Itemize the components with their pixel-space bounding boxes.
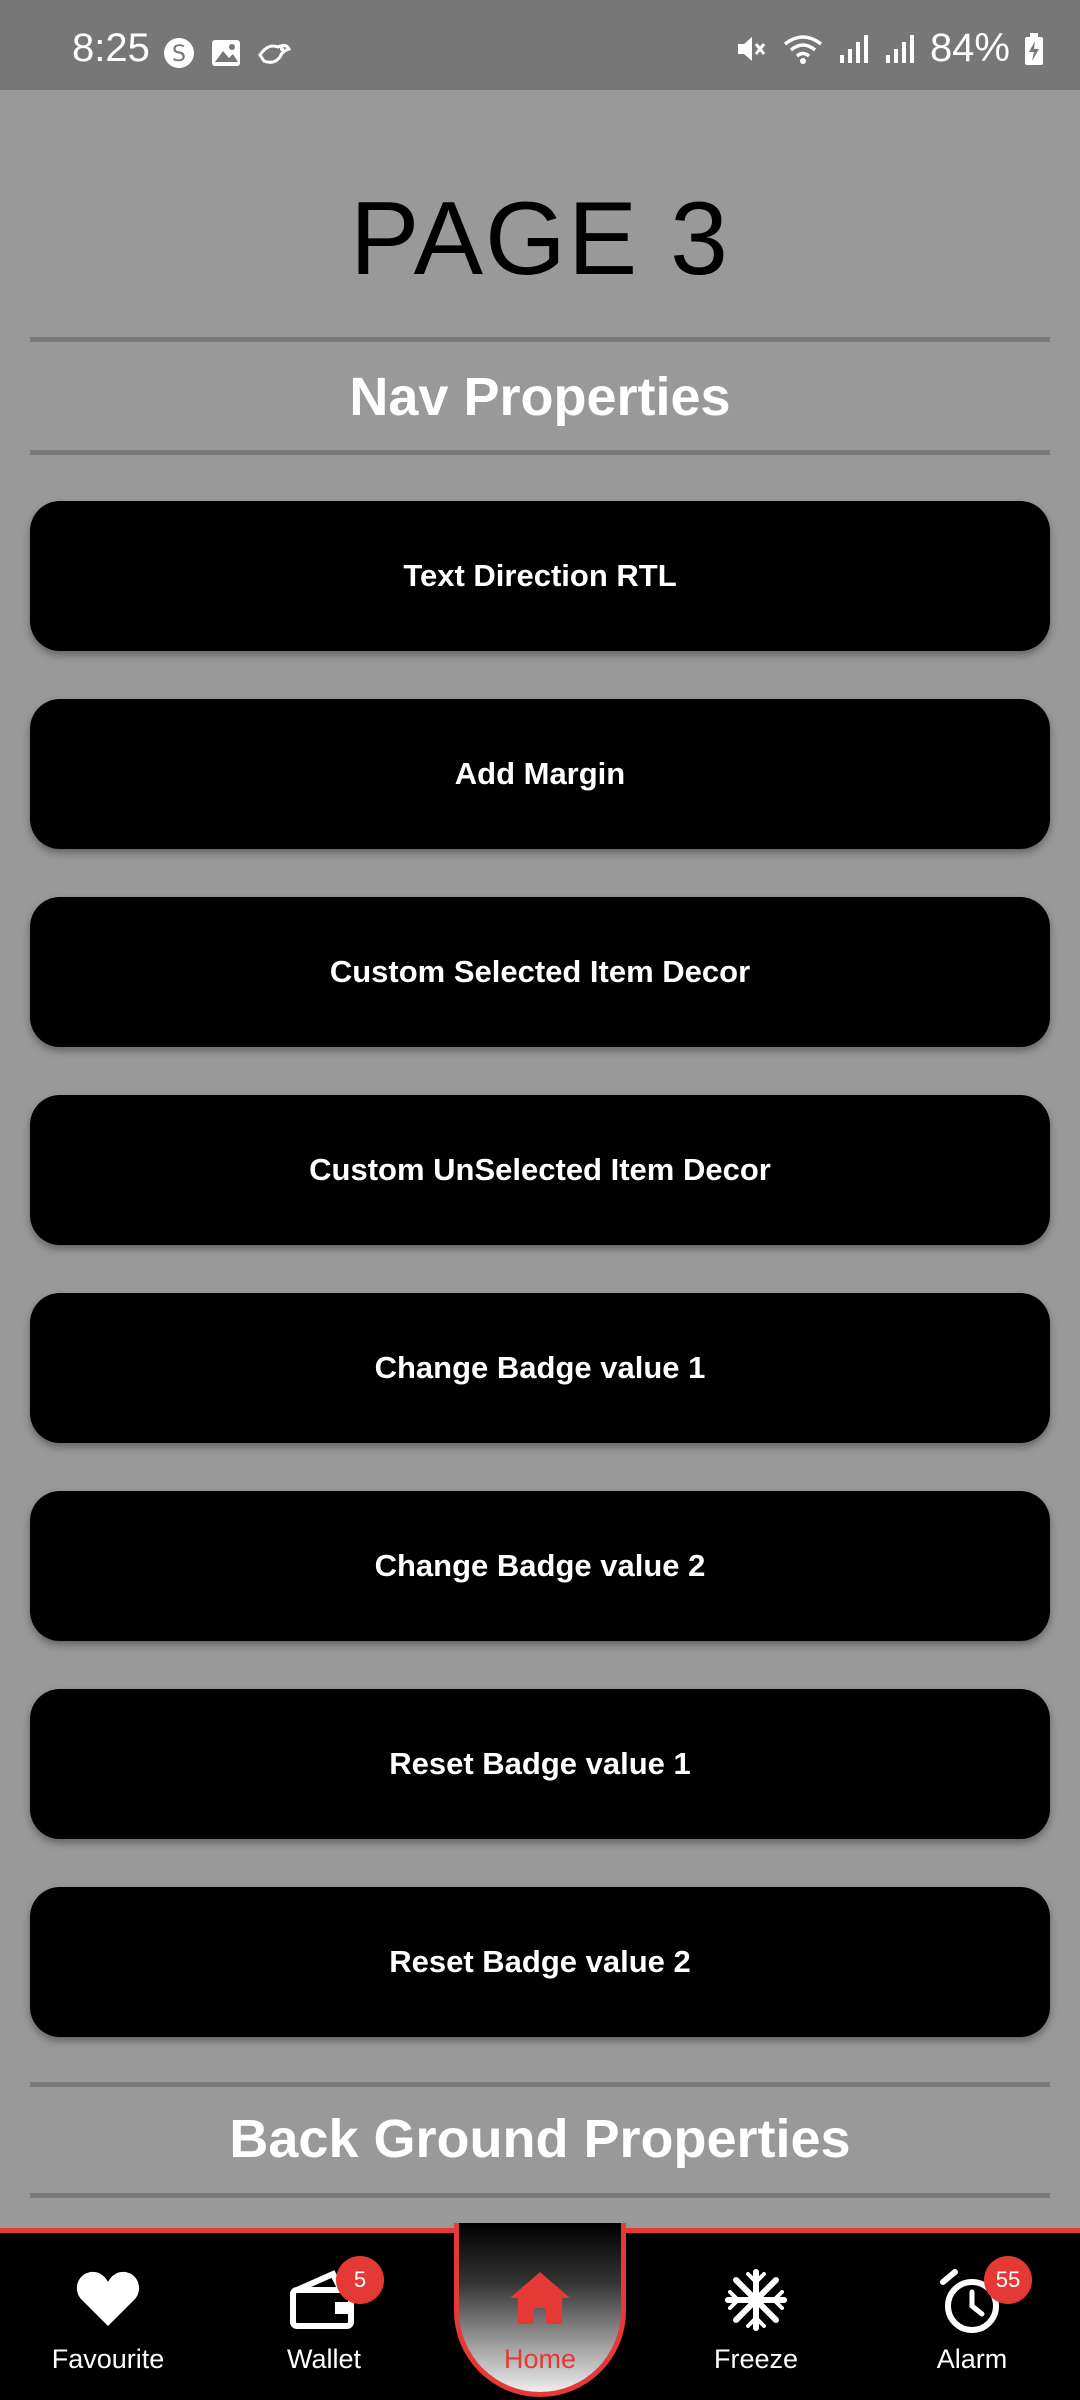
nav-label: Home <box>503 2344 577 2374</box>
section-title-background-properties: Back Ground Properties <box>229 2109 851 2169</box>
bird-icon <box>258 43 292 64</box>
add-margin-button[interactable]: Add Margin <box>30 699 1050 849</box>
section-divider <box>30 450 1050 455</box>
section-title-nav-properties: Nav Properties <box>349 367 731 427</box>
nav-item-favourite[interactable]: Favourite <box>0 2228 216 2400</box>
wallet-badge: 5 <box>336 2256 384 2304</box>
custom-selected-item-decor-button[interactable]: Custom Selected Item Decor <box>30 897 1050 1047</box>
reset-badge-value-1-button[interactable]: Reset Badge value 1 <box>30 1689 1050 1839</box>
section-divider <box>30 337 1050 342</box>
svg-text:S: S <box>172 42 186 67</box>
nav-item-wallet[interactable]: 5 Wallet <box>216 2228 432 2400</box>
status-right: 84% <box>734 26 1044 71</box>
text-direction-rtl-button[interactable]: Text Direction RTL <box>30 501 1050 651</box>
custom-unselected-item-decor-button[interactable]: Custom UnSelected Item Decor <box>30 1095 1050 1245</box>
status-time: 8:25 <box>72 26 150 70</box>
snowflake-icon <box>725 2269 787 2331</box>
wifi-icon <box>783 34 823 64</box>
mute-icon <box>737 36 766 61</box>
battery-charging-icon <box>1025 32 1043 65</box>
nav-label: Freeze <box>713 2344 799 2374</box>
nav-item-freeze[interactable]: Freeze <box>648 2228 864 2400</box>
home-icon <box>510 2272 570 2324</box>
signal-icon <box>885 34 914 63</box>
page-title: PAGE 3 <box>349 181 730 297</box>
nav-label: Wallet <box>286 2344 361 2374</box>
nav-item-alarm[interactable]: 55 Alarm <box>864 2228 1080 2400</box>
alarm-badge: 55 <box>984 2256 1032 2304</box>
status-notification-icons: S <box>162 36 292 70</box>
change-badge-value-1-button[interactable]: Change Badge value 1 <box>30 1293 1050 1443</box>
signal-icon <box>839 34 868 63</box>
nav-label: Favourite <box>51 2344 165 2374</box>
status-bar: 8:25 S 84% <box>0 0 1080 90</box>
nav-label: Alarm <box>936 2344 1008 2374</box>
skype-icon: S <box>164 38 194 68</box>
nav-item-home[interactable]: Home <box>432 2228 648 2400</box>
section-divider <box>30 2082 1050 2087</box>
section-divider <box>30 2193 1050 2198</box>
battery-percent: 84% <box>929 26 1010 70</box>
heart-icon <box>76 2271 140 2326</box>
reset-badge-value-2-button[interactable]: Reset Badge value 2 <box>30 1887 1050 2037</box>
change-badge-value-2-button[interactable]: Change Badge value 2 <box>30 1491 1050 1641</box>
image-icon <box>212 40 240 66</box>
